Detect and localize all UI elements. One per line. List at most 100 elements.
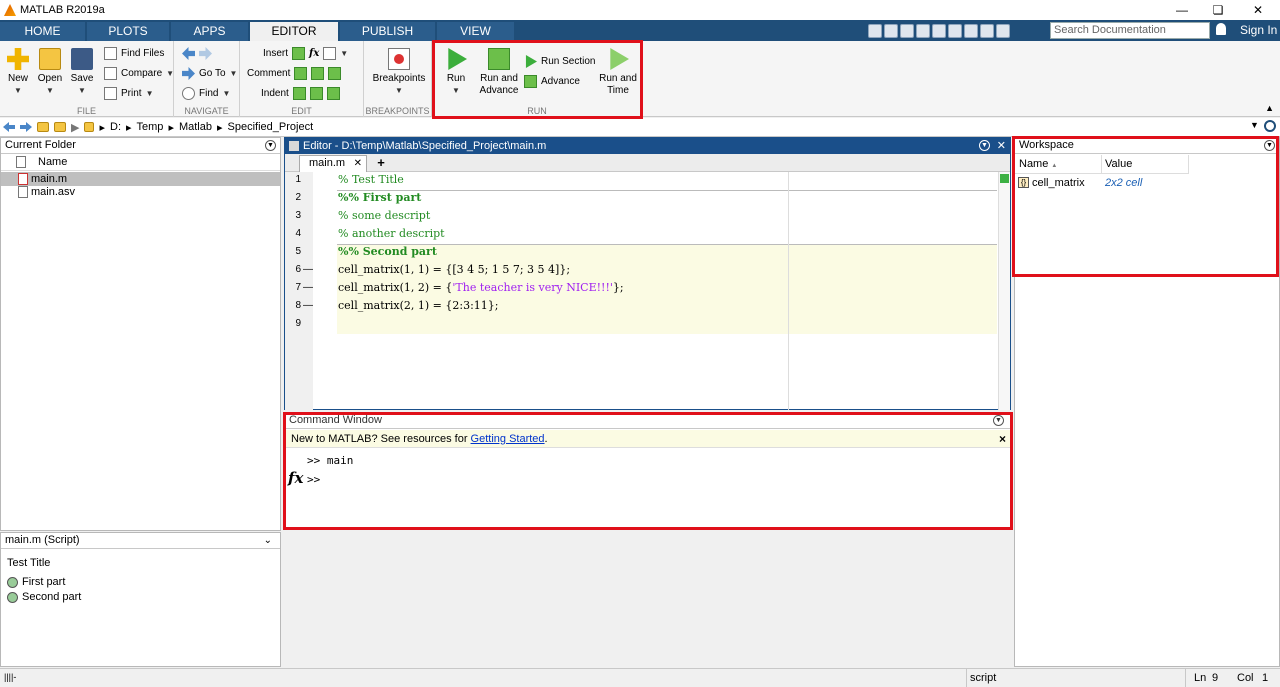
code-line[interactable]: cell_matrix(1, 2) = {'The teacher is ver… xyxy=(338,279,624,297)
getting-started-link[interactable]: Getting Started xyxy=(471,433,545,445)
run-section-button[interactable]: Run Section xyxy=(524,55,595,68)
editor-scrollbar[interactable] xyxy=(998,172,1010,410)
close-banner-button[interactable]: × xyxy=(999,430,1006,448)
run-and-time-button[interactable]: Run and Time xyxy=(598,48,638,97)
code-line[interactable]: %% Second part xyxy=(338,243,437,261)
file-item-main-m[interactable]: main.m xyxy=(1,172,280,186)
close-editor-icon[interactable]: ✕ xyxy=(997,138,1006,154)
copy-icon[interactable] xyxy=(900,23,914,38)
advance-button[interactable]: Advance xyxy=(524,75,580,88)
increase-indent-icon[interactable] xyxy=(309,87,323,100)
current-folder-column-header[interactable]: Name xyxy=(1,154,280,171)
cut-icon[interactable] xyxy=(884,23,898,38)
compare-button[interactable]: Compare ▼ xyxy=(104,67,174,80)
code-line[interactable]: % another descript xyxy=(338,225,445,243)
open-button[interactable]: Open ▼ xyxy=(36,48,64,97)
code-analyzer-status-icon[interactable] xyxy=(1000,174,1009,183)
workspace-row[interactable]: {} cell_matrix 2x2 cell xyxy=(1015,176,1279,191)
uncomment-icon[interactable] xyxy=(311,67,325,80)
panel-options-icon[interactable]: ▼ xyxy=(993,415,1004,426)
decrease-indent-icon[interactable] xyxy=(326,87,340,100)
line-number: 7 xyxy=(295,282,301,293)
code-line[interactable]: cell_matrix(1, 1) = {[3 4 5; 1 5 7; 3 5 … xyxy=(338,261,570,279)
breakpoints-button[interactable]: Breakpoints ▼ xyxy=(368,48,430,97)
path-segment-project[interactable]: Specified_Project xyxy=(228,121,314,133)
insert-button[interactable]: Insert fx ▼ xyxy=(263,47,348,60)
name-column-header[interactable]: Name xyxy=(38,156,67,168)
insert-options-icon[interactable] xyxy=(323,47,337,60)
tab-apps[interactable]: APPS xyxy=(171,22,248,41)
browse-folder-icon[interactable] xyxy=(54,122,66,132)
breakpoint-marker[interactable]: — xyxy=(303,279,313,297)
command-prompt[interactable]: >> xyxy=(307,473,320,486)
notification-bell-icon[interactable] xyxy=(1216,23,1226,35)
tab-plots[interactable]: PLOTS xyxy=(87,22,169,41)
arrow-right-icon[interactable] xyxy=(199,47,212,60)
address-dropdown-icon[interactable]: ▼ xyxy=(1250,120,1259,130)
insert-function-icon[interactable]: fx xyxy=(309,48,319,59)
maximize-button[interactable]: ❏ xyxy=(1200,0,1236,20)
code-line[interactable]: %% First part xyxy=(338,189,421,207)
tab-view[interactable]: VIEW xyxy=(437,22,514,41)
back-icon[interactable] xyxy=(3,122,15,132)
sign-in-link[interactable]: Sign In xyxy=(1240,22,1277,39)
file-item-main-asv[interactable]: main.asv xyxy=(18,186,75,198)
panel-options-icon[interactable]: ▼ xyxy=(265,140,276,151)
find-files-button[interactable]: Find Files xyxy=(104,47,164,60)
path-drive[interactable]: D: xyxy=(110,121,121,133)
new-button[interactable]: New ▼ xyxy=(4,48,32,97)
resize-grip-icon[interactable]: ||||- xyxy=(4,672,16,682)
file-name: main.m xyxy=(31,173,68,185)
add-tab-button[interactable]: + xyxy=(370,155,392,172)
minimize-button[interactable]: — xyxy=(1164,0,1200,20)
save-icon[interactable] xyxy=(868,23,882,38)
path-segment-matlab[interactable]: Matlab xyxy=(179,121,212,133)
panel-options-icon[interactable]: ▼ xyxy=(1264,140,1275,151)
up-folder-icon[interactable] xyxy=(37,122,49,132)
redo-icon[interactable] xyxy=(948,23,962,38)
arrow-left-icon[interactable] xyxy=(182,47,195,60)
search-folder-icon[interactable] xyxy=(1264,120,1276,132)
wrap-comments-icon[interactable] xyxy=(328,67,342,80)
details-section-item[interactable]: Second part xyxy=(7,591,81,603)
close-window-button[interactable]: ✕ xyxy=(1240,0,1276,20)
go-to-button[interactable]: Go To ▼ xyxy=(182,67,237,80)
details-header[interactable]: main.m (Script) ⌄ xyxy=(1,533,280,549)
indent-button[interactable]: Indent xyxy=(261,87,340,100)
value-column-header[interactable]: Value xyxy=(1105,158,1132,170)
print-button[interactable]: Print ▼ xyxy=(104,87,153,100)
forward-icon[interactable] xyxy=(20,122,32,132)
editor-tab-main-m[interactable]: main.m ✕ xyxy=(299,155,367,172)
details-section-item[interactable]: First part xyxy=(7,576,65,588)
help-icon[interactable] xyxy=(980,23,994,38)
back-forward-buttons[interactable] xyxy=(182,47,212,60)
breakpoint-marker[interactable]: — xyxy=(303,261,313,279)
collapse-toolstrip-icon[interactable]: ▲ xyxy=(1265,103,1274,113)
code-line[interactable]: % Test Title xyxy=(338,171,404,189)
path-segment-temp[interactable]: Temp xyxy=(137,121,164,133)
chevron-down-icon[interactable]: ⌄ xyxy=(264,533,272,548)
switch-windows-icon[interactable] xyxy=(964,23,978,38)
run-and-advance-button[interactable]: Run and Advance xyxy=(478,48,520,97)
function-browser-icon[interactable]: fx xyxy=(288,469,303,487)
tab-editor[interactable]: EDITOR xyxy=(250,22,338,41)
expand-icon[interactable] xyxy=(996,23,1010,38)
search-documentation-input[interactable]: Search Documentation xyxy=(1050,22,1210,39)
tab-publish[interactable]: PUBLISH xyxy=(340,22,435,41)
editor-toolstrip: New ▼ Open ▼ Save ▼ Find Files Compare ▼ … xyxy=(0,41,1280,117)
name-column-header[interactable]: Name ▲ xyxy=(1019,158,1057,170)
tab-home[interactable]: HOME xyxy=(0,22,85,41)
comment-button[interactable]: Comment xyxy=(247,67,342,80)
code-line[interactable]: cell_matrix(2, 1) = {2:3:11}; xyxy=(338,297,499,315)
undo-icon[interactable] xyxy=(932,23,946,38)
breakpoint-marker[interactable]: — xyxy=(303,297,313,315)
close-tab-icon[interactable]: ✕ xyxy=(354,156,362,171)
run-button[interactable]: Run ▼ xyxy=(442,48,470,97)
find-button[interactable]: Find ▼ xyxy=(182,87,230,100)
save-button[interactable]: Save ▼ xyxy=(68,48,96,97)
quick-access-toolbar xyxy=(868,21,1010,40)
editor-options-icon[interactable]: ▼ xyxy=(979,140,990,151)
go-to-label: Go To xyxy=(199,68,226,79)
paste-icon[interactable] xyxy=(916,23,930,38)
code-line[interactable]: % some descript xyxy=(338,207,430,225)
